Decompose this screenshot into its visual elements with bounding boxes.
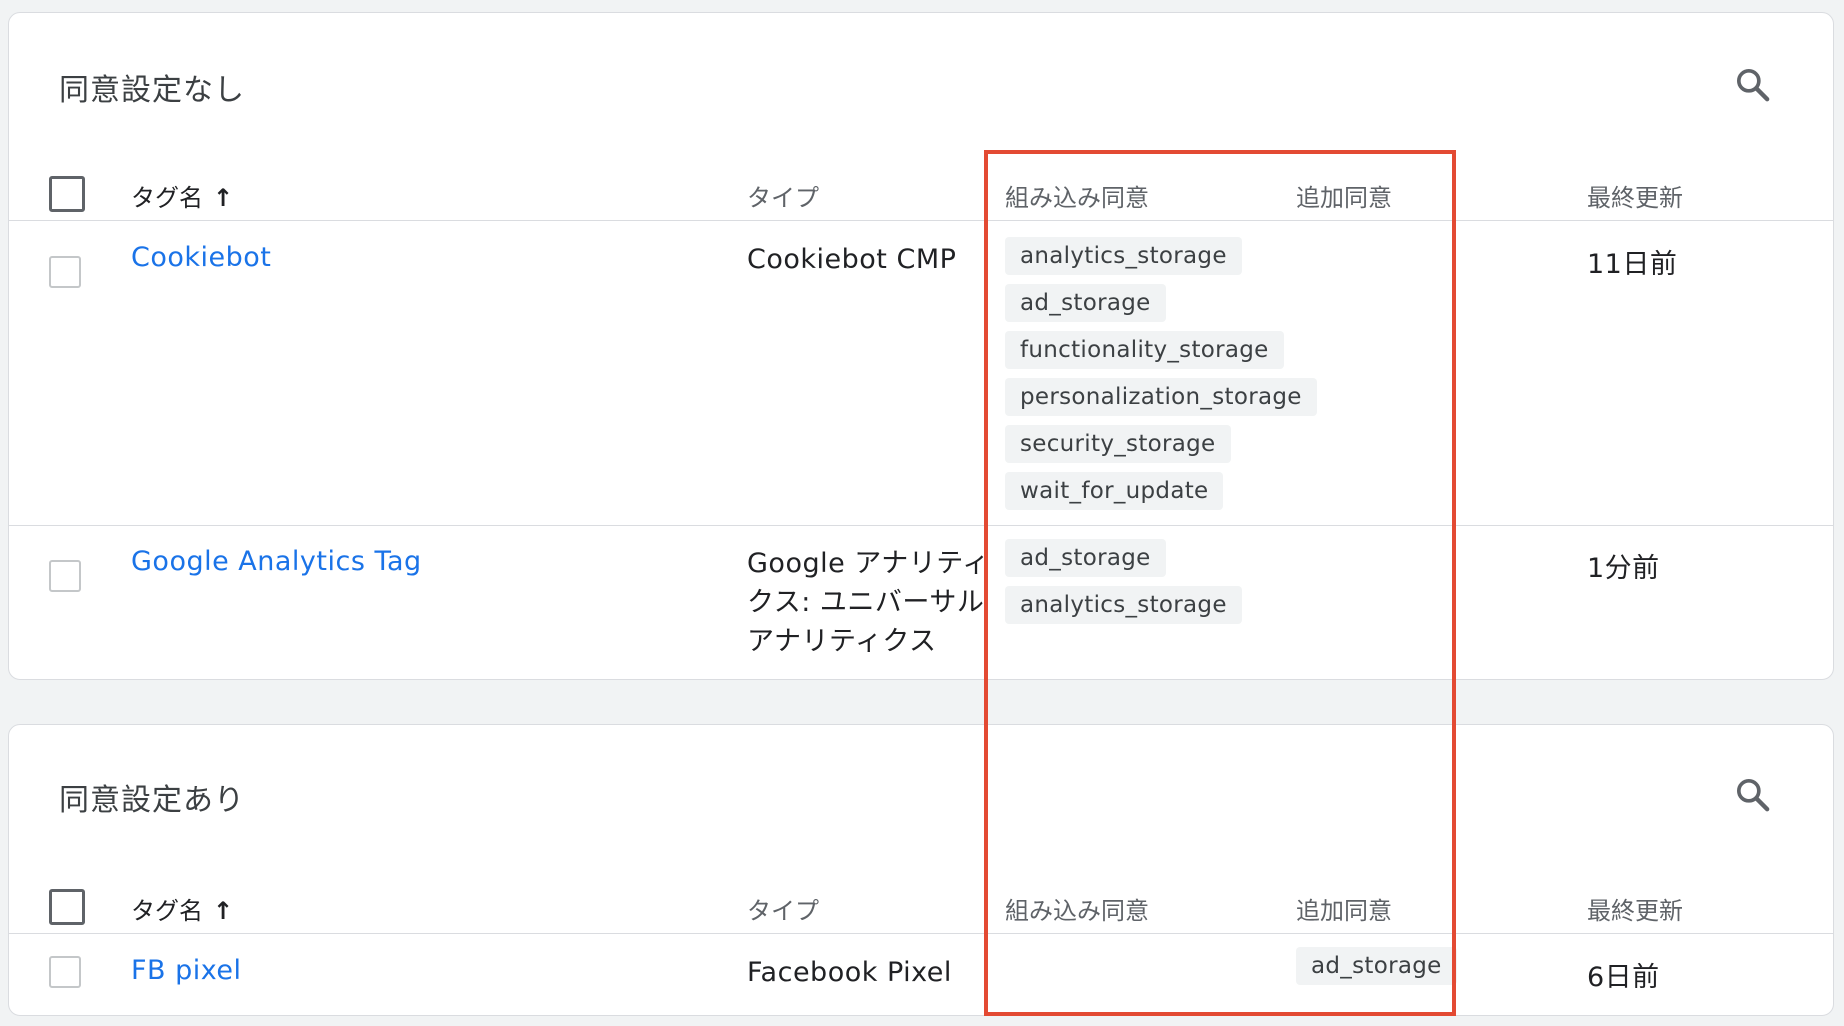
section-no-consent: 同意設定なし タグ名 ↑ タイプ 組み込み同意 追加同意 最終更新 Cookieb…: [8, 12, 1834, 680]
consent-chip: security_storage: [1005, 425, 1231, 463]
additional-consent-chips: ad_storage: [1296, 947, 1457, 985]
row-checkbox[interactable]: [49, 256, 81, 288]
arrow-up-icon[interactable]: ↑: [213, 897, 233, 925]
tag-type: Facebook Pixel: [747, 957, 952, 988]
tag-name-link[interactable]: Cookiebot: [131, 242, 271, 273]
section-with-consent: 同意設定あり タグ名 ↑ タイプ 組み込み同意 追加同意 最終更新 FB pixe…: [8, 724, 1834, 1016]
arrow-up-icon[interactable]: ↑: [213, 184, 233, 212]
column-header-last-updated: 最終更新: [1587, 897, 1683, 925]
search-icon[interactable]: [1733, 775, 1773, 815]
consent-chip: ad_storage: [1296, 947, 1457, 985]
builtin-consent-chips: analytics_storage ad_storage functionali…: [1005, 237, 1317, 510]
consent-chip: functionality_storage: [1005, 331, 1284, 369]
column-header-name[interactable]: タグ名 ↑: [131, 178, 233, 213]
consent-chip: wait_for_update: [1005, 472, 1224, 510]
column-header-type: タイプ: [747, 897, 819, 925]
table-header: タグ名 ↑ タイプ 組み込み同意 追加同意 最終更新: [9, 148, 1833, 221]
last-updated: 11日前: [1587, 249, 1678, 280]
consent-chip: ad_storage: [1005, 539, 1166, 577]
table-header: タグ名 ↑ タイプ 組み込み同意 追加同意 最終更新: [9, 861, 1833, 934]
tag-name-link[interactable]: Google Analytics Tag: [131, 546, 422, 577]
column-header-last-updated: 最終更新: [1587, 184, 1683, 212]
consent-chip: analytics_storage: [1005, 237, 1242, 275]
column-header-name[interactable]: タグ名 ↑: [131, 891, 233, 926]
consent-chip: personalization_storage: [1005, 378, 1317, 416]
last-updated: 6日前: [1587, 962, 1660, 993]
table-row: Cookiebot Cookiebot CMP analytics_storag…: [9, 221, 1833, 526]
tag-type: Google アナリティクス: ユニバーサル アナリティクス: [747, 548, 990, 657]
tag-name-link[interactable]: FB pixel: [131, 955, 242, 986]
search-icon[interactable]: [1733, 65, 1773, 105]
select-all-checkbox[interactable]: [49, 889, 85, 925]
column-header-builtin-consent: 組み込み同意: [1005, 184, 1149, 212]
row-checkbox[interactable]: [49, 956, 81, 988]
section-title: 同意設定なし: [59, 73, 245, 108]
row-checkbox[interactable]: [49, 560, 81, 592]
builtin-consent-chips: ad_storage analytics_storage: [1005, 539, 1242, 624]
column-header-additional-consent: 追加同意: [1296, 184, 1392, 212]
column-header-type: タイプ: [747, 184, 819, 212]
table-row: FB pixel Facebook Pixel ad_storage 6日前: [9, 934, 1833, 1016]
section-title: 同意設定あり: [59, 783, 245, 818]
consent-chip: ad_storage: [1005, 284, 1166, 322]
tag-type: Cookiebot CMP: [747, 244, 957, 275]
column-header-additional-consent: 追加同意: [1296, 897, 1392, 925]
table-row: Google Analytics Tag Google アナリティクス: ユニバ…: [9, 526, 1833, 680]
select-all-checkbox[interactable]: [49, 176, 85, 212]
consent-chip: analytics_storage: [1005, 586, 1242, 624]
last-updated: 1分前: [1587, 553, 1660, 584]
column-header-builtin-consent: 組み込み同意: [1005, 897, 1149, 925]
